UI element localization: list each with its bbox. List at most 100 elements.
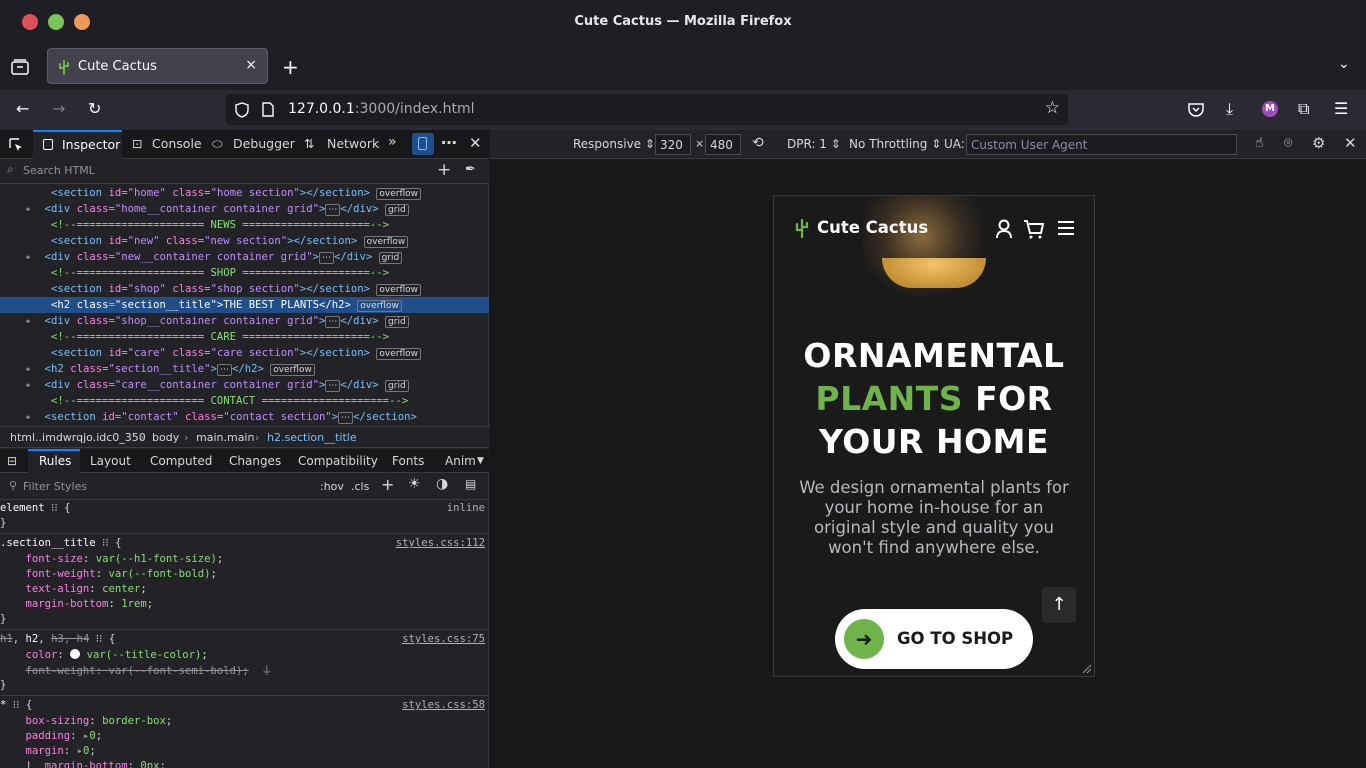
declaration[interactable]: font-size: var(--h1-font-size);: [0, 552, 489, 567]
user-agent-input[interactable]: Custom User Agent: [966, 134, 1237, 155]
tabs-overflow-icon[interactable]: ▼: [477, 456, 484, 466]
tab-compatibility[interactable]: Compatibility: [298, 454, 378, 468]
screenshot-icon[interactable]: ⌾: [1284, 135, 1292, 151]
rotate-viewport-icon[interactable]: ⟲: [752, 135, 764, 151]
declaration[interactable]: color: var(--title-color);: [0, 648, 489, 663]
add-rule-icon[interactable]: +: [381, 475, 394, 494]
element-picker-icon[interactable]: [8, 137, 24, 153]
go-to-shop-button[interactable]: ➜ GO TO SHOP: [835, 609, 1033, 669]
markup-node[interactable]: ▸ <div class="home__container container …: [0, 201, 489, 217]
class-toggle-button[interactable]: .cls: [351, 480, 369, 493]
viewport-width-input[interactable]: 320: [655, 134, 691, 155]
tab-network[interactable]: Network: [327, 136, 379, 151]
rule-source-link[interactable]: styles.css:58: [402, 698, 485, 713]
menu-icon[interactable]: [1057, 220, 1075, 236]
page-icon[interactable]: [262, 102, 274, 117]
tab-console[interactable]: Console: [152, 136, 202, 151]
overflow-badge[interactable]: overflow: [357, 300, 402, 312]
breadcrumb-item[interactable]: html..imdwrqjo.idc0_350: [10, 431, 146, 444]
overflow-badge[interactable]: overflow: [270, 364, 315, 376]
tab-close-icon[interactable]: ×: [245, 57, 257, 73]
tab-rules[interactable]: Rules: [28, 449, 80, 473]
url-bar[interactable]: 127.0.0.1:3000/index.html ☆: [226, 94, 1068, 125]
filter-funnel-icon[interactable]: ⏚: [262, 665, 273, 677]
layout-toggle-icon[interactable]: ⊟: [7, 454, 17, 468]
overflow-badge[interactable]: overflow: [376, 284, 422, 296]
viewport-height-input[interactable]: 480: [705, 134, 741, 155]
more-tools-chevron-icon[interactable]: »: [388, 134, 397, 150]
print-media-icon[interactable]: ▤: [465, 477, 476, 491]
close-responsive-icon[interactable]: ✕: [1344, 134, 1357, 152]
overflow-badge[interactable]: overflow: [376, 188, 422, 200]
list-all-tabs-icon[interactable]: ⌄: [1338, 56, 1350, 72]
responsive-mode-button[interactable]: [412, 133, 434, 155]
tab-inspector[interactable]: Inspector: [33, 130, 122, 159]
declaration[interactable]: margin-bottom: 1rem;: [0, 597, 489, 612]
browser-tab[interactable]: Cute Cactus ×: [47, 48, 268, 84]
touch-simulation-icon[interactable]: ☝: [1255, 135, 1264, 151]
back-icon[interactable]: ←: [16, 100, 29, 118]
markup-node[interactable]: <section id="care" class="care section">…: [0, 345, 489, 361]
html-search-input[interactable]: Search HTML: [23, 164, 95, 177]
declaration[interactable]: margin: ▸0;: [0, 744, 489, 759]
devtools-menu-icon[interactable]: ⋯: [441, 133, 457, 152]
tab-layout[interactable]: Layout: [90, 454, 131, 468]
resize-handle-icon[interactable]: [1080, 662, 1092, 674]
account-avatar[interactable]: M: [1262, 101, 1278, 117]
declaration[interactable]: box-sizing: border-box;: [0, 714, 489, 729]
markup-node[interactable]: <!--==================== CARE ==========…: [0, 329, 489, 345]
grid-badge[interactable]: grid: [385, 380, 409, 392]
device-viewport[interactable]: Cute Cactus ORNAMENTAL PLANTS FOR YOUR HOM…: [773, 195, 1095, 677]
markup-node[interactable]: ▸ <div class="care__container container …: [0, 377, 489, 393]
light-scheme-icon[interactable]: ☀: [408, 476, 421, 492]
breadcrumb-item-current[interactable]: h2.section__title: [267, 431, 357, 444]
settings-gear-icon[interactable]: ⚙: [1312, 134, 1325, 152]
app-menu-icon[interactable]: ☰: [1334, 100, 1348, 118]
dpr-selector[interactable]: DPR: 1 ⇕: [787, 137, 841, 151]
markup-node[interactable]: <!--==================== NEWS ==========…: [0, 217, 489, 233]
rule-source-link[interactable]: styles.css:75: [402, 632, 485, 647]
close-devtools-icon[interactable]: ✕: [469, 134, 482, 152]
filter-styles-input[interactable]: Filter Styles: [23, 480, 87, 493]
markup-node[interactable]: ▸ <div class="shop__container container …: [0, 313, 489, 329]
markup-node[interactable]: ▸ <section id="contact" class="contact s…: [0, 409, 489, 425]
overridden-declaration[interactable]: font-weight: var(--font-semi-bold); ⏚: [0, 664, 489, 679]
overflow-badge[interactable]: overflow: [363, 236, 409, 248]
cart-icon[interactable]: [1023, 219, 1045, 239]
new-tab-button[interactable]: +: [282, 55, 299, 79]
tab-fonts[interactable]: Fonts: [392, 454, 424, 468]
markup-node[interactable]: <section id="shop" class="shop section">…: [0, 281, 489, 297]
markup-node[interactable]: <h2 class="section__title">THE BEST PLAN…: [0, 297, 489, 313]
grid-badge[interactable]: grid: [378, 252, 403, 264]
grid-badge[interactable]: grid: [385, 204, 409, 216]
tab-list-icon[interactable]: [11, 59, 29, 75]
markup-node[interactable]: ▸ <h2 class="section__title"> ⋯ </h2> over…: [0, 361, 489, 377]
user-icon[interactable]: [995, 219, 1013, 239]
declaration[interactable]: padding: ▸0;: [0, 729, 489, 744]
downloads-icon[interactable]: ⤓: [1226, 100, 1233, 118]
breadcrumb-item[interactable]: main.main: [196, 431, 254, 444]
tab-debugger[interactable]: Debugger: [233, 136, 295, 151]
markup-node[interactable]: <section id="home" class="home section">…: [0, 185, 489, 201]
overflow-badge[interactable]: overflow: [376, 348, 422, 360]
extensions-icon[interactable]: ⧉: [1298, 100, 1309, 118]
declaration[interactable]: font-weight: var(--font-bold);: [0, 567, 489, 582]
tab-changes[interactable]: Changes: [229, 454, 281, 468]
reload-icon[interactable]: ↻: [88, 100, 101, 118]
forward-icon[interactable]: →: [52, 100, 65, 118]
markup-node[interactable]: <!--==================== SHOP ==========…: [0, 265, 489, 281]
pocket-icon[interactable]: [1188, 102, 1204, 117]
color-swatch[interactable]: [70, 649, 81, 659]
scroll-up-button[interactable]: ↑: [1042, 587, 1076, 623]
add-node-icon[interactable]: +: [437, 160, 451, 180]
declaration[interactable]: text-align: center;: [0, 582, 489, 597]
tab-computed[interactable]: Computed: [150, 454, 212, 468]
eyedropper-icon[interactable]: ✒: [465, 162, 476, 177]
markup-node[interactable]: ▸ <div class="new__container container g…: [0, 249, 489, 265]
tab-animations[interactable]: Anim: [445, 454, 476, 468]
throttling-selector[interactable]: No Throttling ⇕: [849, 137, 941, 151]
breadcrumb-item[interactable]: body: [152, 431, 179, 444]
markup-node[interactable]: <section id="new" class="new section"></…: [0, 233, 489, 249]
bookmark-star-icon[interactable]: ☆: [1045, 98, 1060, 118]
device-selector[interactable]: Responsive ⇕: [573, 137, 655, 151]
